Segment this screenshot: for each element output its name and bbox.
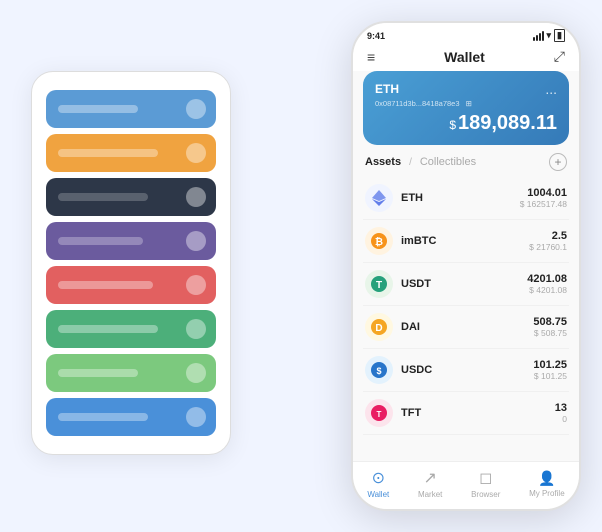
imbtc-icon: ₿ <box>365 227 393 255</box>
svg-text:₿: ₿ <box>375 236 383 248</box>
asset-item-dai[interactable]: D DAI 508.75 $ 508.75 <box>363 306 569 349</box>
nav-profile[interactable]: 👤 My Profile <box>529 470 565 498</box>
status-icons: ▾ ▮ <box>533 29 565 42</box>
tab-collectibles[interactable]: Collectibles <box>420 156 476 168</box>
asset-amounts-tft: 13 0 <box>555 402 567 424</box>
asset-amount-imbtc: 2.5 <box>529 230 567 242</box>
profile-nav-icon: 👤 <box>538 470 555 487</box>
asset-amounts-usdt: 4201.08 $ 4201.08 <box>527 273 567 295</box>
svg-text:$: $ <box>376 366 381 376</box>
asset-name-imbtc: imBTC <box>401 235 529 247</box>
page-title: Wallet <box>444 49 485 65</box>
eth-more-button[interactable]: ... <box>545 81 557 97</box>
asset-item-eth[interactable]: ETH 1004.01 $ 162517.48 <box>363 177 569 220</box>
svg-text:T: T <box>376 280 382 291</box>
assets-header: Assets / Collectibles + <box>353 153 579 177</box>
wifi-icon: ▾ <box>547 30 552 41</box>
asset-amounts-eth: 1004.01 $ 162517.48 <box>520 187 567 209</box>
browser-nav-icon: ◻ <box>479 468 492 488</box>
phone-header: ≡ Wallet ⤢ <box>353 44 579 71</box>
scan-icon[interactable]: ⤢ <box>554 48 565 65</box>
asset-item-imbtc[interactable]: ₿ imBTC 2.5 $ 21760.1 <box>363 220 569 263</box>
asset-usd-dai: $ 508.75 <box>533 328 567 338</box>
asset-item-usdt[interactable]: T USDT 4201.08 $ 4201.08 <box>363 263 569 306</box>
eth-card[interactable]: ETH ... 0x08711d3b...8418a78e3 ⊞ $189,08… <box>363 71 569 145</box>
asset-amount-usdc: 101.25 <box>533 359 567 371</box>
asset-amount-eth: 1004.01 <box>520 187 567 199</box>
wallet-nav-label: Wallet <box>367 490 389 499</box>
tab-separator: / <box>409 157 412 168</box>
svg-text:D: D <box>375 323 382 334</box>
status-bar: 9:41 ▾ ▮ <box>353 23 579 44</box>
asset-usd-usdt: $ 4201.08 <box>527 285 567 295</box>
tab-assets[interactable]: Assets <box>365 156 401 168</box>
nav-browser[interactable]: ◻ Browser <box>471 468 500 499</box>
asset-amounts-usdc: 101.25 $ 101.25 <box>533 359 567 381</box>
tft-icon: T <box>365 399 393 427</box>
eth-balance: $189,089.11 <box>375 112 557 135</box>
wallet-nav-icon: ⊙ <box>372 468 385 488</box>
eth-icon <box>365 184 393 212</box>
menu-icon[interactable]: ≡ <box>367 49 375 65</box>
bottom-nav: ⊙ Wallet ↗ Market ◻ Browser 👤 My Profile <box>353 461 579 509</box>
asset-name-tft: TFT <box>401 407 555 419</box>
asset-name-usdt: USDT <box>401 278 527 290</box>
asset-amounts-imbtc: 2.5 $ 21760.1 <box>529 230 567 252</box>
usdt-icon: T <box>365 270 393 298</box>
signal-icon <box>533 31 544 41</box>
asset-usd-imbtc: $ 21760.1 <box>529 242 567 252</box>
phone-mockup: 9:41 ▾ ▮ ≡ Wallet ⤢ ETH ... <box>351 21 581 511</box>
add-asset-button[interactable]: + <box>549 153 567 171</box>
assets-tabs: Assets / Collectibles <box>365 156 476 168</box>
status-time: 9:41 <box>367 31 385 41</box>
eth-card-label: ETH <box>375 82 399 96</box>
battery-icon: ▮ <box>554 29 565 42</box>
svg-text:T: T <box>377 410 382 419</box>
asset-usd-usdc: $ 101.25 <box>533 371 567 381</box>
asset-item-usdc[interactable]: $ USDC 101.25 $ 101.25 <box>363 349 569 392</box>
asset-name-usdc: USDC <box>401 364 533 376</box>
list-item[interactable] <box>46 354 216 392</box>
asset-amount-usdt: 4201.08 <box>527 273 567 285</box>
asset-amounts-dai: 508.75 $ 508.75 <box>533 316 567 338</box>
list-item[interactable] <box>46 266 216 304</box>
list-item[interactable] <box>46 398 216 436</box>
market-nav-label: Market <box>418 490 442 499</box>
asset-item-tft[interactable]: T TFT 13 0 <box>363 392 569 435</box>
asset-name-eth: ETH <box>401 192 520 204</box>
list-item[interactable] <box>46 90 216 128</box>
nav-wallet[interactable]: ⊙ Wallet <box>367 468 389 499</box>
list-item[interactable] <box>46 178 216 216</box>
asset-list: ETH 1004.01 $ 162517.48 ₿ imBTC 2.5 $ 21… <box>353 177 579 461</box>
card-stack <box>31 71 231 455</box>
profile-nav-label: My Profile <box>529 489 565 498</box>
scene: 9:41 ▾ ▮ ≡ Wallet ⤢ ETH ... <box>21 21 581 511</box>
list-item[interactable] <box>46 310 216 348</box>
list-item[interactable] <box>46 222 216 260</box>
usdc-icon: $ <box>365 356 393 384</box>
market-nav-icon: ↗ <box>423 468 436 488</box>
list-item[interactable] <box>46 134 216 172</box>
asset-amount-dai: 508.75 <box>533 316 567 328</box>
dai-icon: D <box>365 313 393 341</box>
asset-usd-tft: 0 <box>555 414 567 424</box>
browser-nav-label: Browser <box>471 490 500 499</box>
eth-address: 0x08711d3b...8418a78e3 ⊞ <box>375 99 557 108</box>
asset-amount-tft: 13 <box>555 402 567 414</box>
asset-usd-eth: $ 162517.48 <box>520 199 567 209</box>
asset-name-dai: DAI <box>401 321 533 333</box>
nav-market[interactable]: ↗ Market <box>418 468 442 499</box>
